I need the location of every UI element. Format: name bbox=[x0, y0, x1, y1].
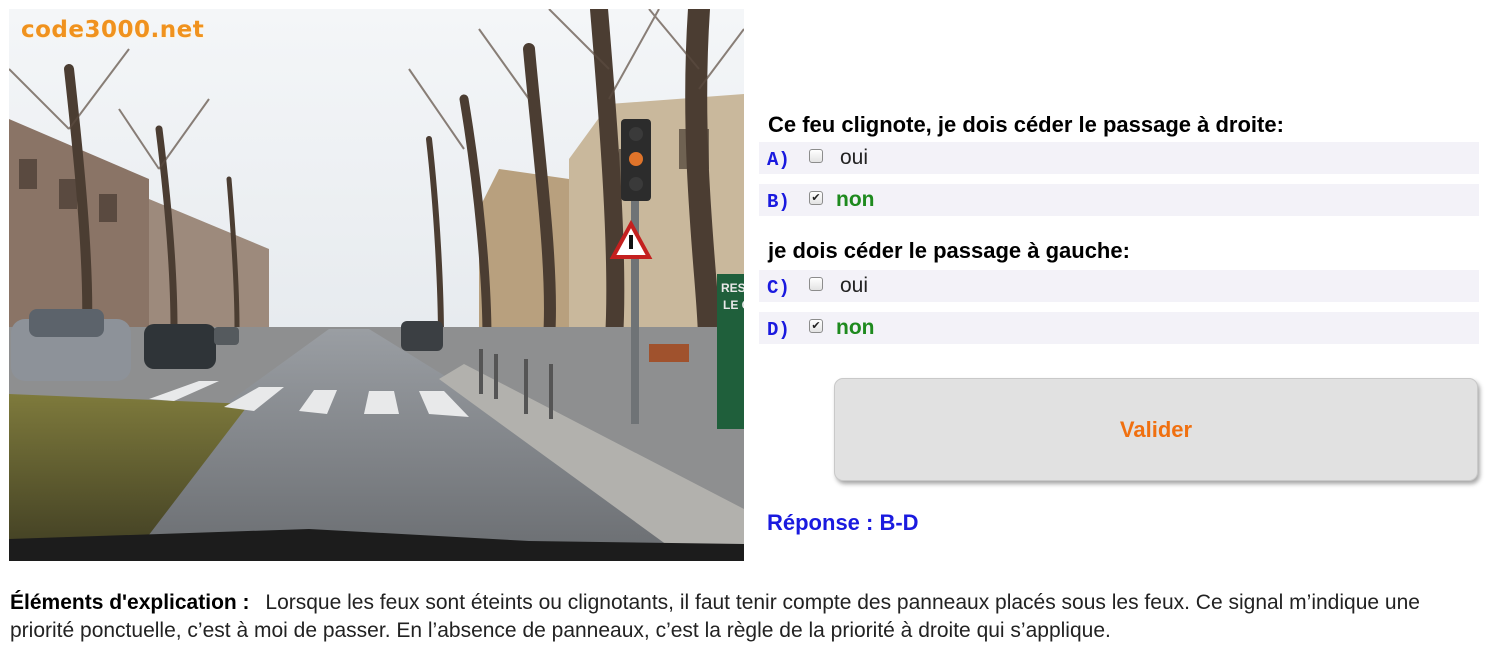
street-scene-image: RES LE C bbox=[9, 9, 744, 561]
answer-row-a[interactable]: A) oui bbox=[759, 142, 1479, 174]
answer-row-c[interactable]: C) oui bbox=[759, 270, 1479, 302]
answer-label-b: non bbox=[836, 188, 875, 211]
answer-label-a: oui bbox=[840, 146, 869, 169]
site-watermark: code3000.net bbox=[21, 17, 205, 43]
question-2-text: je dois céder le passage à gauche: bbox=[768, 238, 1130, 263]
check-icon: ✔ bbox=[811, 319, 821, 332]
question-1-text: Ce feu clignote, je dois céder le passag… bbox=[768, 112, 1284, 137]
checkbox-c[interactable] bbox=[809, 277, 823, 291]
answer-label-c: oui bbox=[840, 274, 869, 297]
explanation-block: Éléments d'explication : Lorsque les feu… bbox=[10, 589, 1480, 645]
check-icon: ✔ bbox=[811, 191, 821, 204]
answer-row-b[interactable]: B) ✔ non bbox=[759, 184, 1479, 216]
validate-button[interactable]: Valider bbox=[834, 378, 1478, 481]
answer-row-d[interactable]: D) ✔ non bbox=[759, 312, 1479, 344]
svg-text:LE C: LE C bbox=[723, 298, 744, 312]
question-photo: RES LE C code3000.net bbox=[9, 9, 744, 561]
answer-letter-b: B) bbox=[767, 191, 790, 213]
checkbox-b[interactable]: ✔ bbox=[809, 191, 823, 205]
answer-result: Réponse : B-D bbox=[767, 510, 919, 535]
answer-letter-a: A) bbox=[767, 149, 790, 171]
answer-letter-c: C) bbox=[767, 277, 790, 299]
answer-label-d: non bbox=[836, 316, 875, 339]
checkbox-a[interactable] bbox=[809, 149, 823, 163]
explanation-label: Éléments d'explication : bbox=[10, 591, 250, 614]
checkbox-d[interactable]: ✔ bbox=[809, 319, 823, 333]
svg-text:RES: RES bbox=[721, 281, 744, 295]
answer-letter-d: D) bbox=[767, 319, 790, 341]
